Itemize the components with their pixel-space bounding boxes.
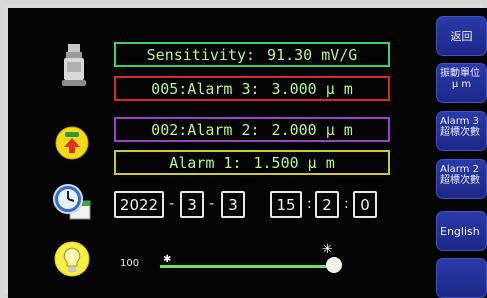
alarm1-label: Alarm 1:	[169, 153, 242, 172]
english-button-label: English	[440, 224, 480, 238]
date-separator: -	[169, 196, 175, 212]
alarm2-count-button[interactable]: Alarm 2 超標次數	[436, 159, 487, 199]
alarm2-value[interactable]: 2.000 μ m	[272, 121, 353, 139]
alarm3-button-line1: Alarm 3	[440, 116, 479, 127]
vibration-sensor-icon	[62, 44, 86, 86]
alarm3-count-button[interactable]: Alarm 3 超標次數	[436, 111, 487, 151]
sensitivity-value: 91.30 mV/G	[267, 45, 358, 64]
hmi-screen: Sensitivity: 91.30 mV/G 005:Alarm 3: 3.0…	[8, 8, 487, 298]
alarm2-button-line1: Alarm 2	[440, 164, 479, 175]
alarm2-button-line2: 超標次數	[440, 175, 480, 186]
date-separator: -	[209, 196, 215, 212]
light-bulb-icon	[54, 241, 90, 277]
unit-button-line1: 振動單位	[440, 68, 480, 79]
time-separator: :	[344, 196, 349, 212]
alarm2-label: 002:Alarm 2:	[151, 120, 260, 139]
alarm3-label: 005:Alarm 3:	[151, 79, 260, 98]
blank-button[interactable]	[436, 258, 487, 298]
brightness-value: 100	[120, 258, 140, 269]
vibration-unit-button[interactable]: 振動單位 μ m	[436, 63, 487, 103]
sensitivity-label: Sensitivity:	[146, 45, 256, 64]
alarm3-row[interactable]: 005:Alarm 3: 3.000 μ m	[114, 76, 390, 101]
minute-field[interactable]: 2	[315, 191, 339, 218]
slider-max-sparkle-icon: ✳	[322, 242, 333, 257]
back-button-label: 返回	[450, 29, 473, 43]
alarm1-value[interactable]: 1.500 μ m	[253, 154, 334, 172]
back-button[interactable]: 返回	[436, 16, 487, 56]
sensitivity-row: Sensitivity: 91.30 mV/G	[114, 42, 390, 67]
year-field[interactable]: 2022	[114, 191, 164, 218]
brightness-slider-track[interactable]	[160, 265, 336, 268]
alarm2-row[interactable]: 002:Alarm 2: 2.000 μ m	[114, 117, 390, 142]
device-bezel: Sensitivity: 91.30 mV/G 005:Alarm 3: 3.0…	[0, 0, 487, 298]
clock-calendar-icon	[53, 184, 91, 220]
month-field[interactable]: 3	[180, 191, 204, 218]
hour-field[interactable]: 15	[270, 191, 302, 218]
alarm3-value[interactable]: 3.000 μ m	[272, 80, 353, 98]
unit-button-line2: μ m	[451, 79, 472, 90]
slider-min-marker: ✱	[163, 254, 172, 265]
alarm3-button-line2: 超標次數	[440, 127, 480, 138]
second-field[interactable]: 0	[353, 191, 377, 218]
alarm-light-icon	[55, 126, 89, 160]
alarm1-row[interactable]: Alarm 1: 1.500 μ m	[114, 150, 390, 175]
brightness-slider-knob[interactable]	[326, 257, 342, 273]
time-separator: :	[307, 196, 312, 212]
english-language-button[interactable]: English	[436, 211, 487, 251]
day-field[interactable]: 3	[221, 191, 245, 218]
